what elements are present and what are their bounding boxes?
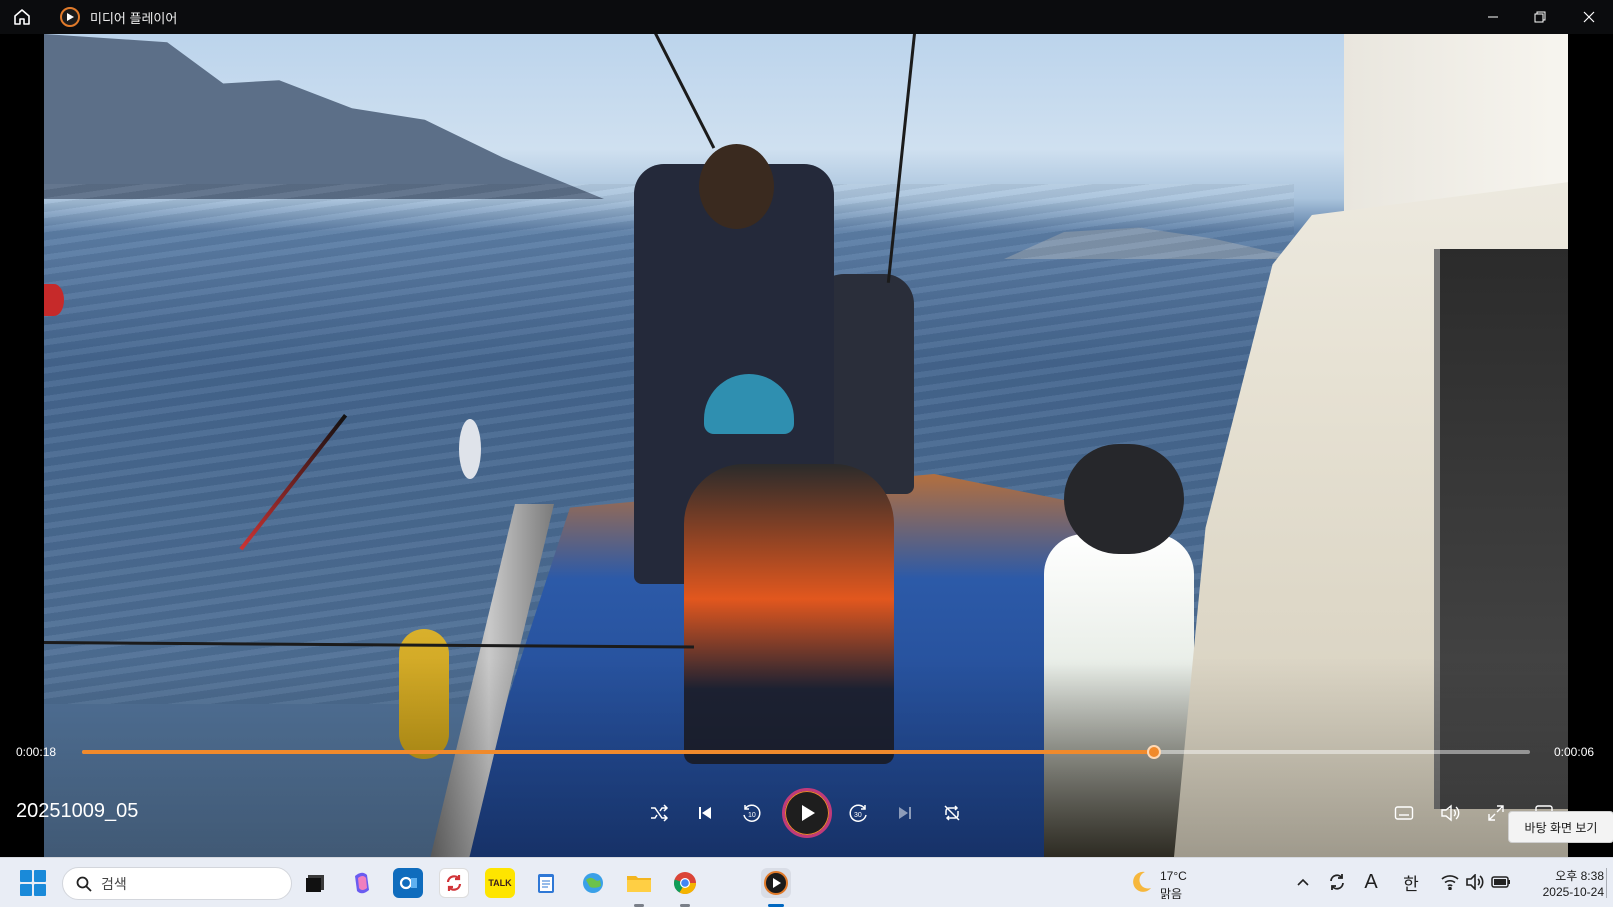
shuffle-button[interactable] [641,795,677,831]
rewind-10-button[interactable]: 10 [733,795,769,831]
red-buoy [44,284,64,316]
speaker-icon [1466,874,1484,890]
show-desktop-tooltip: 바탕 화면 보기 [1508,811,1613,843]
windows-logo-tile [34,870,46,882]
mountain-left [44,34,604,199]
seek-progress [82,750,1154,754]
start-button[interactable] [20,870,46,896]
svg-text:10: 10 [748,812,756,819]
wifi-icon [1441,875,1459,890]
forward-30-button[interactable]: 30 [841,795,877,831]
battery-button[interactable] [1489,870,1513,894]
next-icon [899,807,911,819]
fishing-line [649,34,716,149]
chrome-button[interactable] [670,868,700,898]
close-button[interactable] [1566,0,1612,34]
sync-app-icon [446,875,462,891]
network-button[interactable] [1438,870,1462,894]
caught-fish [459,419,481,479]
media-title: 20251009_05 [16,800,139,822]
fullscreen-icon [1488,805,1504,821]
tray-sync-button[interactable] [1325,870,1349,894]
copilot-button[interactable] [347,868,377,898]
minimize-icon [1488,16,1498,18]
notepad-icon [538,874,554,893]
seek-thumb[interactable] [1146,745,1161,759]
input-mode-english[interactable]: A [1359,870,1383,894]
media-player-icon [764,871,788,895]
fisherman-head [699,144,774,229]
kakaotalk-icon: TALK [488,878,512,888]
home-button[interactable] [0,0,44,34]
app-title: 미디어 플레이어 [90,10,178,26]
media-player-taskbar-button[interactable] [761,868,791,898]
search-placeholder: 검색 [101,875,127,892]
close-icon [1583,11,1595,23]
subtitles-button[interactable] [1386,795,1422,831]
battery-charging-icon [1491,876,1510,888]
remaining-time: 0:00:06 [1554,745,1595,759]
windows-logo-tile [20,884,32,896]
file-explorer-button[interactable] [624,868,654,898]
windows-logo-tile [34,884,46,896]
volume-icon [1441,804,1460,822]
svg-text:30: 30 [854,812,862,819]
rewind-10-icon: 10 [743,804,761,822]
taskbar: 검색 TALK 17°C 맑음 A 한 오후 8:38 2025-10-24 [0,857,1613,907]
next-button[interactable] [887,795,923,831]
previous-button[interactable] [687,795,723,831]
volume-button[interactable] [1432,795,1468,831]
input-mode-korean[interactable]: 한 [1399,870,1423,894]
seek-bar[interactable] [82,745,1530,759]
video-frame[interactable] [44,34,1568,857]
media-player-icon [60,7,80,27]
task-view-icon [306,875,324,892]
outlook-button[interactable] [393,868,423,898]
chrome-icon [674,872,696,894]
play-button[interactable] [782,788,832,838]
weather-temperature[interactable]: 17°C [1160,869,1187,883]
chevron-up-icon [1297,878,1309,886]
restore-icon [1534,11,1546,23]
volume-tray-button[interactable] [1463,870,1487,894]
repeat-off-icon [944,805,960,821]
kakaotalk-button[interactable]: TALK [485,868,515,898]
task-view-button[interactable] [300,868,330,898]
file-explorer-icon [627,876,651,892]
windows-logo-icon [20,870,32,882]
globe-app-button[interactable] [578,868,608,898]
minimize-button[interactable] [1470,0,1516,34]
globe-app-icon [583,873,603,893]
clock-time[interactable]: 오후 8:38 [1520,867,1604,884]
elapsed-time: 0:00:18 [16,745,57,759]
sync-icon [1330,874,1344,890]
title-bar[interactable]: 미디어 플레이어 [0,0,1613,34]
clock-date[interactable]: 2025-10-24 [1520,885,1604,899]
tray-overflow-button[interactable] [1291,870,1315,894]
taskbar-search[interactable]: 검색 [62,867,292,900]
sync-app-button[interactable] [439,868,469,898]
previous-icon [699,807,711,819]
show-desktop-button[interactable] [1606,868,1607,898]
play-icon [802,805,815,821]
home-icon [14,9,30,25]
copilot-icon [355,872,369,894]
forward-30-icon: 30 [849,804,867,822]
weather-condition[interactable]: 맑음 [1160,885,1182,902]
restore-button[interactable] [1517,0,1563,34]
moon-icon [1133,871,1151,892]
repeat-button[interactable] [934,795,970,831]
shuffle-icon [651,804,669,822]
subtitles-icon [1394,806,1414,820]
outlook-icon [399,876,417,890]
black-cap [1064,444,1184,554]
notepad-button[interactable] [531,868,561,898]
search-icon [76,876,92,892]
